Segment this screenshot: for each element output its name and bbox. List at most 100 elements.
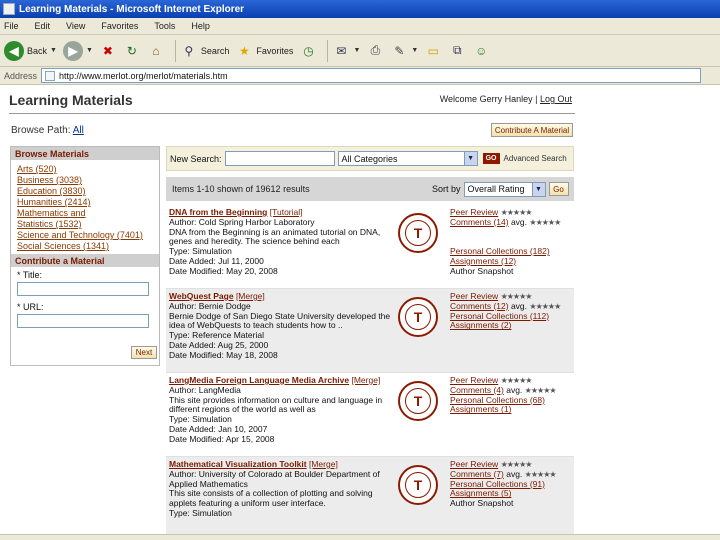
address-input[interactable]: http://www.merlot.org/merlot/materials.h… <box>41 68 702 83</box>
header-divider <box>9 113 575 114</box>
result-type-tag[interactable]: [Merge] <box>309 459 338 469</box>
chevron-down-icon: ▼ <box>411 47 419 54</box>
result-ratings: Peer Review ★★★★★ Comments (14) avg. ★★★… <box>450 207 574 277</box>
assignments-link[interactable]: Assignments (1) <box>450 404 511 414</box>
stop-button[interactable]: ✖ <box>99 38 117 64</box>
edit-button[interactable]: ✎ ▼ <box>390 38 418 64</box>
comments-avg-label: avg. <box>510 300 528 311</box>
result-type-tag[interactable]: [Merge] <box>351 375 380 385</box>
url-field-group: * URL: <box>11 299 159 331</box>
menu-view[interactable]: View <box>66 21 85 31</box>
messenger-icon: ☺ <box>475 43 488 58</box>
chevron-down-icon: ▼ <box>85 47 93 54</box>
category-list: Arts (520) Business (3038) Education (38… <box>11 160 159 254</box>
result-title-link[interactable]: DNA from the Beginning <box>169 207 267 217</box>
sort-select[interactable]: Overall Rating ▼ <box>463 181 546 197</box>
comments-avg-label: avg. <box>510 216 528 227</box>
peer-review-link[interactable]: Peer Review <box>450 375 498 385</box>
category-link-humanities[interactable]: Humanities (2414) <box>17 197 153 208</box>
category-link-arts[interactable]: Arts (520) <box>17 164 153 175</box>
author-snapshot-link[interactable]: Author Snapshot <box>450 498 513 508</box>
edit-icon: ✎ <box>394 43 405 58</box>
refresh-icon: ↻ <box>126 43 137 58</box>
result-title-link[interactable]: LangMedia Foreign Language Media Archive <box>169 375 349 385</box>
search-input[interactable] <box>224 151 335 166</box>
discuss-button[interactable]: ▭ <box>424 38 442 64</box>
comments-link[interactable]: Comments (14) <box>450 217 509 227</box>
peer-review-stars: ★★★★★ <box>500 292 533 301</box>
result-type-tag[interactable]: [Merge] <box>236 291 265 301</box>
category-link-social-sciences[interactable]: Social Sciences (1341) <box>17 241 153 252</box>
category-link-statistics[interactable]: Statistics (1532) <box>17 219 153 230</box>
back-button[interactable]: ◀ Back ▼ <box>4 38 57 64</box>
result-description: Bernie Dodge of San Diego State Universi… <box>169 310 391 331</box>
chevron-down-icon: ▼ <box>353 47 361 54</box>
refresh-button[interactable]: ↻ <box>123 38 141 64</box>
assignments-link[interactable]: Assignments (2) <box>450 320 511 330</box>
category-link-mathematics[interactable]: Mathematics and <box>17 208 153 219</box>
breadcrumb: Browse Path: All <box>11 125 84 136</box>
url-input[interactable] <box>17 314 149 328</box>
comments-link[interactable]: Comments (12) <box>450 301 509 311</box>
next-button[interactable]: Next <box>131 346 157 359</box>
results-summary: Items 1-10 shown of 19612 results <box>172 184 310 194</box>
home-button[interactable]: ⌂ <box>147 38 165 64</box>
print-button[interactable]: ⎙ <box>366 38 384 64</box>
messenger-button[interactable]: ☺ <box>472 38 490 64</box>
advanced-search-link[interactable]: Advanced Search <box>504 154 567 163</box>
comments-link[interactable]: Comments (7) <box>450 469 504 479</box>
favorites-button[interactable]: ★ Favorites <box>235 38 293 64</box>
back-label: Back <box>27 45 48 56</box>
personal-collections-link[interactable]: Personal Collections (182) <box>450 246 550 256</box>
result-date-added: Date Added: Jul 11, 2000 <box>169 255 264 266</box>
result-title-link[interactable]: Mathematical Visualization Toolkit <box>169 459 307 469</box>
peer-review-link[interactable]: Peer Review <box>450 207 498 217</box>
search-icon: ⚲ <box>184 43 194 58</box>
window-title-bar: Learning Materials - Microsoft Internet … <box>0 0 720 18</box>
sidebar: Browse Materials Arts (520) Business (30… <box>10 146 160 366</box>
peer-review-link[interactable]: Peer Review <box>450 291 498 301</box>
result-type-tag[interactable]: [Tutorial] <box>270 207 303 217</box>
favorites-label: Favorites <box>256 45 294 56</box>
comments-stars: ★★★★★ <box>524 385 557 395</box>
history-button[interactable]: ◷ <box>299 38 317 64</box>
assignments-link[interactable]: Assignments (12) <box>450 256 516 266</box>
menu-help[interactable]: Help <box>191 21 210 31</box>
category-link-business[interactable]: Business (3038) <box>17 175 153 186</box>
forward-button[interactable]: ▶ ▼ <box>62 38 93 64</box>
personal-collections-link[interactable]: Personal Collections (91) <box>450 479 545 489</box>
research-button[interactable]: ⧉ <box>448 38 466 64</box>
search-go-button[interactable]: GO <box>482 153 500 164</box>
logout-link[interactable]: Log Out <box>540 94 572 104</box>
category-link-science-technology[interactable]: Science and Technology (7401) <box>17 230 153 241</box>
browse-path-all-link[interactable]: All <box>73 125 84 136</box>
result-title-link[interactable]: WebQuest Page <box>169 291 234 301</box>
menu-file[interactable]: File <box>4 21 19 31</box>
category-select-value: All Categories <box>341 153 398 164</box>
category-select[interactable]: All Categories ▼ <box>337 151 478 166</box>
note-icon: ▭ <box>427 43 439 58</box>
toolbar-separator <box>174 39 176 62</box>
personal-collections-link[interactable]: Personal Collections (68) <box>450 395 545 405</box>
comments-link[interactable]: Comments (4) <box>450 385 504 395</box>
assignments-link[interactable]: Assignments (5) <box>450 488 511 498</box>
category-link-education[interactable]: Education (3830) <box>17 186 153 197</box>
contribute-material-button[interactable]: Contribute A Material <box>491 123 573 137</box>
sort-go-button[interactable]: Go <box>548 182 569 196</box>
peer-review-link[interactable]: Peer Review <box>450 459 498 469</box>
result-details: LangMedia Foreign Language Media Archive… <box>169 375 395 445</box>
back-arrow-icon: ◀ <box>4 40 24 61</box>
mail-button[interactable]: ✉ ▼ <box>332 38 360 64</box>
author-snapshot-link[interactable]: Author Snapshot <box>450 266 513 276</box>
menu-edit[interactable]: Edit <box>35 21 51 31</box>
result-date-added: Date Added: Jan 10, 2007 <box>169 423 268 434</box>
search-button[interactable]: ⚲ Search <box>180 38 229 64</box>
result-material-type: Type: Simulation <box>169 507 232 518</box>
title-input[interactable] <box>17 282 149 296</box>
result-details: Mathematical Visualization Toolkit [Merg… <box>169 459 395 519</box>
result-description: This site provides information on cultur… <box>169 394 383 415</box>
menu-favorites[interactable]: Favorites <box>101 21 138 31</box>
page-viewport: Learning Materials Welcome Gerry Hanley … <box>0 86 590 540</box>
personal-collections-link[interactable]: Personal Collections (112) <box>450 311 549 321</box>
menu-tools[interactable]: Tools <box>154 21 175 31</box>
